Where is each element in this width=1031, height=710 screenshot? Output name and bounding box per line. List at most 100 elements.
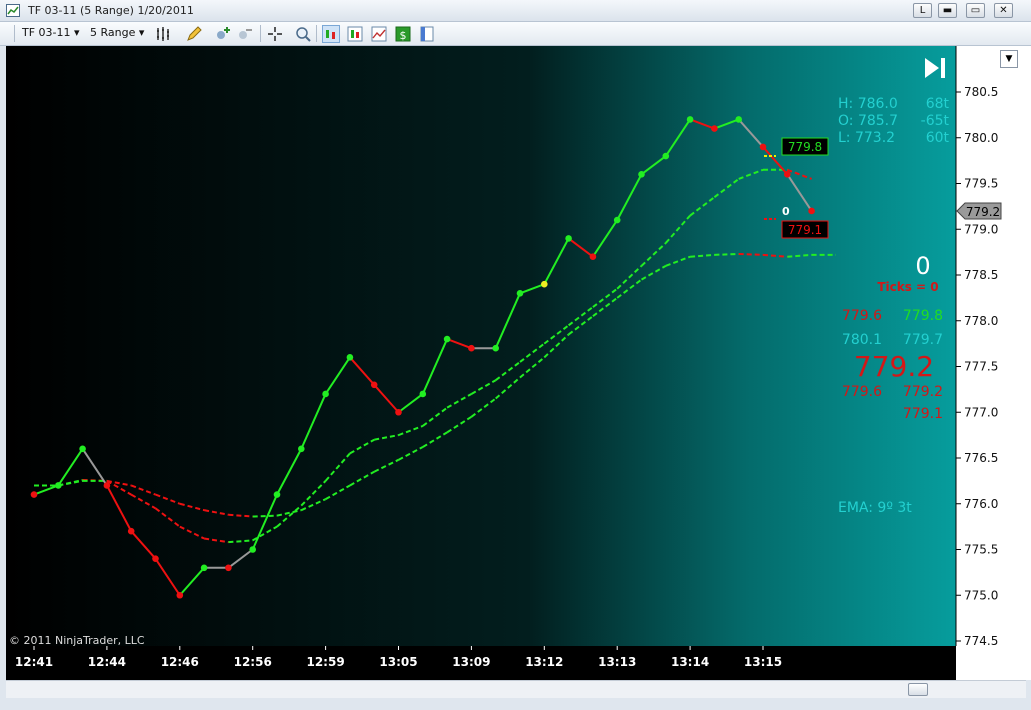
ladder-r2-right: 779.7 — [903, 332, 943, 348]
instrument-selector[interactable]: TF 03-11 ▾ — [22, 26, 80, 39]
price-point — [735, 116, 742, 123]
bar-type-icon[interactable] — [155, 25, 173, 43]
price-point — [784, 171, 791, 178]
price-point — [200, 564, 208, 572]
ema-segment — [714, 252, 739, 256]
maximize-button[interactable]: ▭ — [966, 3, 985, 18]
current-price-tag-label: 779.2 — [966, 205, 1000, 219]
toolbar-separator — [316, 25, 317, 42]
price-point — [127, 527, 135, 535]
price-point — [225, 564, 232, 572]
strategies-icon[interactable]: $ — [394, 25, 412, 43]
ohl-high-label: H: 786.0 — [838, 96, 898, 112]
y-tick-label: 775.0 — [964, 588, 998, 602]
ema-segment — [252, 514, 278, 518]
x-tick-label: 12:44 — [88, 655, 126, 669]
interval-label: 5 Range — [90, 26, 136, 39]
ema-label: EMA: 9º 3t — [838, 500, 912, 516]
chart-toolbar: TF 03-11 ▾ 5 Range ▾ $ — [0, 22, 1031, 46]
price-point — [468, 344, 475, 352]
properties-icon[interactable] — [418, 25, 436, 43]
chart-menu-dropdown[interactable]: ▼ — [1000, 50, 1018, 68]
svg-text:$: $ — [400, 29, 407, 42]
price-point — [79, 445, 86, 453]
price-point — [711, 125, 718, 132]
price-point — [662, 152, 670, 160]
chart-app-icon — [6, 4, 20, 17]
drawing-pencil-icon[interactable] — [185, 25, 203, 43]
price-point — [759, 143, 767, 151]
instrument-label: TF 03-11 — [22, 26, 71, 39]
price-point — [492, 344, 500, 352]
price-point — [419, 390, 427, 398]
x-tick-label: 12:41 — [15, 655, 53, 669]
toolbar-separator — [260, 25, 261, 42]
ohl-low-ticks: 60t — [926, 130, 950, 146]
price-point — [370, 381, 378, 389]
data-series-icon[interactable] — [346, 25, 364, 43]
price-point — [322, 390, 329, 398]
bar-counter: 0 — [782, 205, 790, 218]
price-point — [103, 482, 111, 489]
scrollbar-thumb[interactable] — [908, 683, 928, 696]
y-tick-label: 776.5 — [964, 451, 998, 465]
ohl-open-label: O: 785.7 — [838, 113, 898, 129]
copyright-text: © 2011 NinjaTrader, LLC — [9, 634, 145, 647]
x-tick-label: 12:46 — [161, 655, 199, 669]
crosshair-icon[interactable] — [266, 25, 284, 43]
price-point — [686, 116, 694, 123]
y-tick-label: 777.0 — [964, 405, 998, 419]
price-point — [589, 253, 597, 260]
x-tick-label: 13:12 — [525, 655, 563, 669]
minimize-button[interactable]: ▬ — [938, 3, 957, 18]
price-point — [516, 290, 524, 297]
x-tick-label: 13:15 — [744, 655, 782, 669]
y-tick-label: 777.5 — [964, 360, 998, 374]
price-point — [55, 482, 62, 489]
interval-selector[interactable]: 5 Range ▾ — [90, 26, 144, 39]
ladder-r1-left: 779.6 — [842, 308, 882, 324]
ticks-counter-label: Ticks = 0 — [877, 280, 938, 294]
x-tick-label: 13:13 — [598, 655, 636, 669]
ohl-low-label: L: 773.2 — [838, 130, 895, 146]
remove-indicator-icon[interactable] — [236, 25, 254, 43]
price-point — [541, 280, 548, 288]
zoom-icon[interactable] — [294, 25, 312, 43]
price-point — [638, 171, 645, 178]
ladder-r2-left: 780.1 — [842, 332, 882, 348]
y-tick-label: 779.5 — [964, 177, 998, 191]
indicators-icon[interactable] — [370, 25, 388, 43]
price-point — [395, 408, 402, 416]
close-button[interactable]: ✕ — [994, 3, 1013, 18]
y-tick-label: 774.5 — [964, 634, 998, 648]
y-tick-label: 778.5 — [964, 268, 998, 282]
x-tick-label: 13:14 — [671, 655, 709, 669]
x-tick-label: 12:56 — [234, 655, 272, 669]
price-point — [346, 354, 354, 361]
price-point — [808, 207, 815, 215]
link-button[interactable]: L — [913, 3, 932, 18]
x-tick-label: 13:09 — [452, 655, 490, 669]
y-tick-label: 775.5 — [964, 543, 998, 557]
price-point — [565, 235, 572, 242]
plot-background — [6, 46, 956, 646]
y-tick-label: 780.0 — [964, 131, 998, 145]
ema-segment — [738, 252, 764, 256]
ohl-open-ticks: -65t — [921, 113, 950, 129]
horizontal-scrollbar[interactable] — [6, 680, 1026, 698]
chart-panel[interactable]: 774.5 775.0 775.5 776.0 776.5 777.0 777.5 778.0… — [6, 46, 1031, 680]
y-tick-label: 779.0 — [964, 222, 998, 236]
ticks-counter-big: 0 — [915, 252, 930, 280]
price-point — [249, 546, 256, 553]
window-title: TF 03-11 (5 Range) 1/20/2011 — [28, 4, 194, 17]
price-chart: 774.5 775.0 775.5 776.0 776.5 777.0 777.5 778.0… — [6, 46, 1031, 680]
ladder-current-price: 779.2 — [854, 350, 934, 383]
ohl-high-ticks: 68t — [926, 96, 950, 112]
price-point — [30, 491, 38, 498]
add-indicator-icon[interactable] — [214, 25, 232, 43]
bid-price-label: 779.8 — [788, 140, 822, 154]
price-point — [273, 491, 281, 498]
ladder-r4-right: 779.1 — [903, 406, 943, 422]
chart-style-icon[interactable] — [322, 25, 340, 43]
title-bar: TF 03-11 (5 Range) 1/20/2011 L ▬ ▭ ✕ — [0, 0, 1031, 22]
